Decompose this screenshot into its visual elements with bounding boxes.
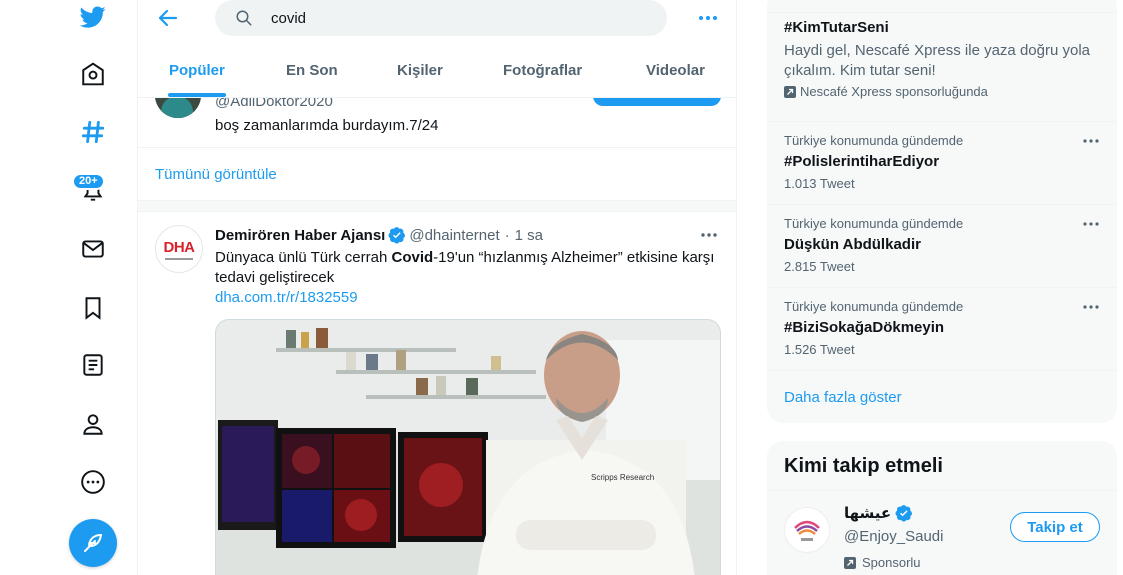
trend-count: 1.526 Tweet xyxy=(784,342,855,357)
trend-name[interactable]: Düşkün Abdülkadir xyxy=(784,236,921,253)
active-tab-indicator xyxy=(168,93,226,97)
twitter-logo-icon[interactable] xyxy=(76,0,110,34)
lists-icon[interactable] xyxy=(76,348,110,382)
trend-context: Türkiye konumunda gündemde xyxy=(784,216,964,231)
trend-count: 2.815 Tweet xyxy=(784,259,855,274)
compose-tweet-button[interactable] xyxy=(69,519,117,567)
tweet-link[interactable]: dha.com.tr/r/1832559 xyxy=(215,289,358,306)
tweet-author-avatar[interactable]: DHA xyxy=(155,225,203,273)
promoted-icon xyxy=(844,556,856,569)
suggested-user-name-row[interactable]: عيشها xyxy=(844,504,913,522)
trend-more-icon[interactable] xyxy=(1081,133,1101,149)
separator-dot: · xyxy=(504,226,510,244)
section-gap xyxy=(138,200,736,212)
tweet-author-handle[interactable]: @dhainternet xyxy=(409,227,499,244)
search-results-column: @AdilDoktor2020 boş zamanlarımda burdayı… xyxy=(137,0,737,575)
tweet-image[interactable]: Scripps Research xyxy=(215,319,721,575)
promoted-label: Sponsorlu xyxy=(844,555,921,570)
trend-context: Türkiye konumunda gündemde xyxy=(784,299,964,314)
tweet-more-icon[interactable] xyxy=(698,226,720,244)
tweet-text-highlight: Covid xyxy=(391,249,434,266)
tweet-header: Demirören Haber Ajansı @dhainternet · 1 … xyxy=(215,226,543,244)
suggested-user-name[interactable]: عيشها xyxy=(844,504,891,522)
search-icon xyxy=(236,10,252,26)
profile-icon[interactable] xyxy=(76,407,110,441)
trend-name[interactable]: #PolislerintiharEdiyor xyxy=(784,153,939,170)
more-options-icon[interactable] xyxy=(76,465,110,499)
promoted-icon xyxy=(784,85,796,98)
promoted-by-text: Nescafé Xpress sponsorluğunda xyxy=(800,84,988,99)
tweet-text-part: Dünyaca ünlü Türk cerrah xyxy=(215,249,392,266)
feather-icon xyxy=(84,533,103,552)
trend-item[interactable]: Türkiye konumunda gündemde #Polislerinti… xyxy=(767,122,1117,205)
search-input[interactable] xyxy=(271,9,651,27)
follow-button[interactable]: Takip et xyxy=(1010,512,1100,542)
promoted-trend[interactable]: #KimTutarSeni Haydi gel, Nescafé Xpress … xyxy=(767,12,1117,122)
who-to-follow-title: Kimi takip etmeli xyxy=(784,455,943,477)
show-more-link[interactable]: Daha fazla göster xyxy=(784,389,902,406)
explore-hashtag-icon[interactable] xyxy=(76,115,110,149)
trends-panel: #KimTutarSeni Haydi gel, Nescafé Xpress … xyxy=(767,0,1117,423)
trend-item[interactable]: Türkiye konumunda gündemde #BiziSokağaDö… xyxy=(767,288,1117,371)
notifications-badge: 20+ xyxy=(72,173,105,190)
tab-popular[interactable]: Popüler xyxy=(169,62,225,79)
search-tabs: Popüler En Son Kişiler Fotoğraflar Video… xyxy=(138,50,736,98)
promoted-trend-title[interactable]: #KimTutarSeni xyxy=(784,19,889,36)
tweet-timestamp[interactable]: 1 sa xyxy=(515,227,543,244)
tab-photos[interactable]: Fotoğraflar xyxy=(503,62,582,79)
trend-item[interactable]: Türkiye konumunda gündemde Düşkün Abdülk… xyxy=(767,205,1117,288)
tab-videos[interactable]: Videolar xyxy=(646,62,705,79)
promoted-text: Sponsorlu xyxy=(862,555,921,570)
dha-logo: DHA xyxy=(163,238,196,256)
trend-name[interactable]: #BiziSokağaDökmeyin xyxy=(784,319,944,336)
tab-people[interactable]: Kişiler xyxy=(397,62,443,79)
divider xyxy=(767,490,1117,491)
promoted-trend-description: Haydi gel, Nescafé Xpress ile yaza doğru… xyxy=(784,42,1090,79)
left-navigation: 20+ xyxy=(0,0,138,575)
divider xyxy=(138,147,736,148)
trend-more-icon[interactable] xyxy=(1081,299,1101,315)
bookmarks-icon[interactable] xyxy=(76,291,110,325)
show-all-link[interactable]: Tümünü görüntüle xyxy=(155,166,277,183)
right-sidebar: #KimTutarSeni Haydi gel, Nescafé Xpress … xyxy=(767,0,1117,575)
partial-user-bio: boş zamanlarımda burdayım.7/24 xyxy=(215,117,439,134)
tweet-text: Dünyaca ünlü Türk cerrah Covid-19'un “hı… xyxy=(215,248,715,288)
search-header: Popüler En Son Kişiler Fotoğraflar Video… xyxy=(138,0,736,98)
home-icon[interactable] xyxy=(76,57,110,91)
verified-badge-icon xyxy=(895,505,913,522)
trend-count: 1.013 Tweet xyxy=(784,176,855,191)
tab-latest[interactable]: En Son xyxy=(286,62,338,79)
messages-envelope-icon[interactable] xyxy=(76,232,110,266)
verified-badge-icon xyxy=(388,227,406,244)
trend-more-icon[interactable] xyxy=(1081,216,1101,232)
tweet-author-name[interactable]: Demirören Haber Ajansı xyxy=(215,227,385,244)
search-bar[interactable] xyxy=(215,0,667,36)
search-options-icon[interactable] xyxy=(696,6,720,30)
promoted-by: Nescafé Xpress sponsorluğunda xyxy=(784,84,988,99)
trend-context: Türkiye konumunda gündemde xyxy=(784,133,964,148)
suggested-user-handle[interactable]: @Enjoy_Saudi xyxy=(844,528,943,545)
coat-label: Scripps Research xyxy=(591,473,654,482)
back-arrow-icon[interactable] xyxy=(156,6,180,30)
suggested-user-avatar[interactable] xyxy=(784,507,830,553)
who-to-follow-panel: Kimi takip etmeli عيشها @Enjoy_Saudi Spo… xyxy=(767,441,1117,575)
logo-underline xyxy=(165,257,193,260)
